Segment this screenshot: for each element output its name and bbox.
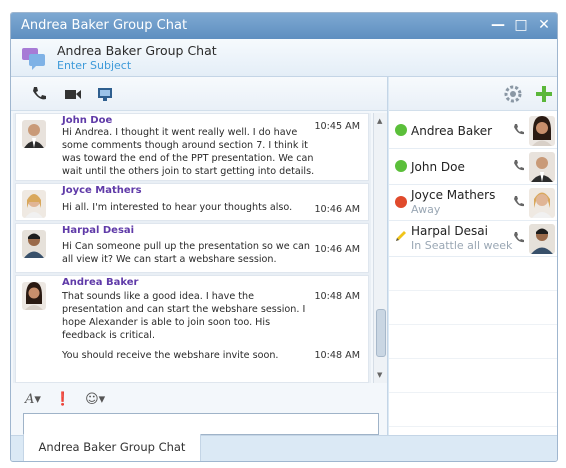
presence-away-icon — [395, 196, 407, 208]
avatar — [22, 120, 46, 148]
message-text: Hi Can someone pull up the presentation … — [62, 241, 310, 252]
importance-icon[interactable]: ❗ — [55, 392, 71, 407]
sender-name: John Doe — [62, 115, 113, 126]
participant-item[interactable]: Joyce Mathers Away — [389, 185, 557, 221]
message-time: 10:46 AM — [314, 244, 360, 255]
sender-name: Andrea Baker — [62, 277, 139, 288]
avatar — [529, 116, 555, 146]
sender-name: Harpal Desai — [62, 225, 135, 236]
participant-name: Harpal Desai — [411, 224, 488, 238]
message-item: John Doe 10:45 AM Hi Andrea. I thought i… — [15, 113, 369, 181]
add-participant-icon[interactable] — [533, 83, 555, 105]
message-time: 10:46 AM — [314, 204, 360, 215]
font-icon[interactable]: A▾ — [25, 392, 41, 407]
avatar — [529, 224, 555, 254]
phone-icon[interactable] — [513, 231, 525, 245]
avatar — [22, 190, 46, 218]
close-button[interactable]: ✕ — [537, 17, 551, 33]
maximize-button[interactable]: □ — [514, 17, 528, 33]
avatar — [529, 152, 555, 182]
message-time: 10:45 AM — [314, 121, 360, 132]
scrollbar-thumb[interactable] — [376, 309, 386, 357]
empty-row — [389, 325, 557, 359]
message-text: hope Alexander is able to join soon too.… — [62, 317, 271, 328]
participant-item[interactable]: John Doe — [389, 149, 557, 185]
scroll-up-icon[interactable]: ▲ — [377, 117, 382, 125]
phone-icon[interactable] — [513, 195, 525, 209]
presence-available-icon — [395, 124, 407, 136]
tab-conversation[interactable]: Andrea Baker Group Chat — [23, 434, 201, 461]
sender-name: Joyce Mathers — [62, 185, 142, 196]
compose-area: A▾ ❗ ☺▾ — [11, 383, 387, 435]
empty-row — [389, 257, 557, 291]
participant-empty-rows — [389, 257, 557, 435]
participant-status-note: In Seattle all week — [411, 239, 513, 252]
message-scrollbar[interactable]: ▲ ▼ — [373, 113, 387, 383]
phone-icon[interactable] — [29, 85, 49, 103]
participant-item[interactable]: Harpal Desai In Seattle all week — [389, 221, 557, 257]
pencil-icon — [396, 231, 406, 241]
message-text: That sounds like a good idea. I have the — [62, 291, 255, 302]
avatar — [22, 230, 46, 258]
group-chat-icon — [22, 48, 45, 70]
present-icon[interactable] — [95, 85, 115, 103]
participant-status-note: Away — [411, 203, 441, 216]
video-icon[interactable] — [63, 85, 83, 103]
minimize-button[interactable]: — — [491, 17, 505, 33]
subject-field[interactable]: Enter Subject — [57, 59, 131, 72]
message-text: some comments though around section 7. I… — [62, 140, 308, 151]
message-item: Harpal Desai Hi Can someone pull up the … — [15, 223, 369, 273]
avatar — [529, 188, 555, 218]
conversation-pane: John Doe 10:45 AM Hi Andrea. I thought i… — [11, 77, 388, 435]
conversation-header: Andrea Baker Group Chat Enter Subject — [11, 39, 557, 77]
phone-icon[interactable] — [513, 123, 525, 137]
empty-row — [389, 393, 557, 427]
message-text: presentation and can start the webshare … — [62, 304, 306, 315]
message-input[interactable] — [23, 413, 379, 435]
avatar — [22, 282, 46, 310]
message-time: 10:48 AM — [314, 291, 360, 302]
participant-toolbar — [389, 77, 557, 111]
conversation-title: Andrea Baker Group Chat — [57, 43, 217, 58]
chat-window: Andrea Baker Group Chat — □ ✕ Andrea Bak… — [10, 12, 558, 462]
message-text: wait until the others join to start gett… — [62, 166, 315, 177]
message-text: Hi Andrea. I thought it went really well… — [62, 127, 298, 138]
phone-icon[interactable] — [513, 159, 525, 173]
participant-name: Joyce Mathers — [411, 188, 496, 202]
empty-row — [389, 291, 557, 325]
scroll-down-icon[interactable]: ▼ — [377, 371, 382, 379]
window-title: Andrea Baker Group Chat — [21, 18, 188, 33]
message-text: was toward the end of the PPT presentati… — [62, 153, 314, 164]
title-bar[interactable]: Andrea Baker Group Chat — □ ✕ — [11, 13, 557, 39]
conversation-toolbar — [11, 77, 387, 111]
message-text: Hi all. I'm interested to hear your thou… — [62, 202, 293, 213]
message-text: all view it? We can start a webshare ses… — [62, 254, 277, 265]
message-text: You should receive the webshare invite s… — [62, 350, 279, 361]
gear-icon[interactable] — [503, 84, 523, 104]
format-toolbar: A▾ ❗ ☺▾ — [25, 389, 105, 409]
message-list[interactable]: John Doe 10:45 AM Hi Andrea. I thought i… — [13, 113, 371, 383]
message-item: Joyce Mathers Hi all. I'm interested to … — [15, 183, 369, 221]
participant-item[interactable]: Andrea Baker — [389, 113, 557, 149]
participant-name: Andrea Baker — [411, 124, 493, 138]
message-text: feedback is critical. — [62, 330, 156, 341]
presence-available-icon — [395, 160, 407, 172]
window-controls: — □ ✕ — [491, 17, 551, 33]
conversation-tab-bar: Andrea Baker Group Chat — [11, 434, 557, 461]
empty-row — [389, 359, 557, 393]
message-time: 10:48 AM — [314, 350, 360, 361]
participant-pane: Andrea Baker John Doe Joyce Mathers Away… — [389, 77, 557, 435]
emoticon-icon[interactable]: ☺▾ — [85, 392, 105, 407]
participant-name: John Doe — [411, 160, 465, 174]
message-item: Andrea Baker 10:48 AM That sounds like a… — [15, 275, 369, 383]
